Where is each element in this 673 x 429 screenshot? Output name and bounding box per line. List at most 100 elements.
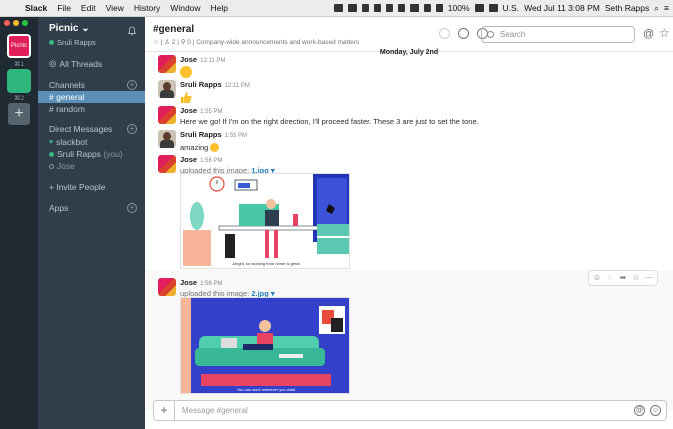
input-source[interactable]: U.S. [503,3,520,13]
current-user-name: Sruli Rapps [57,38,96,47]
minimize-window-button[interactable] [13,20,19,26]
avatar[interactable] [158,130,176,148]
message-composer[interactable]: + Message #general @ ☺ [153,400,667,421]
tray-dropbox-icon[interactable] [373,4,381,12]
menubar-clock[interactable]: Wed Jul 11 3:08 PM [524,3,600,13]
more-actions-icon[interactable]: ⋯ [644,273,654,283]
zoom-window-button[interactable] [22,20,28,26]
message-time[interactable]: 1:56 PM [200,281,222,287]
attach-button[interactable]: + [154,401,175,420]
tray-app-icon[interactable] [333,4,343,12]
menu-app[interactable]: Slack [25,3,47,13]
tray-sync-icon[interactable] [347,4,357,12]
search-input[interactable]: Search [481,26,635,43]
flag-icon [488,4,498,12]
volume-icon[interactable] [435,4,443,12]
share-message-icon[interactable]: ➦ [618,273,628,283]
add-workspace-button[interactable]: + [8,103,30,125]
members-icon[interactable]: ♙ [164,39,170,46]
mentions-icon[interactable]: @ [643,28,654,40]
close-window-button[interactable] [4,20,10,26]
image-attachment[interactable]: Alright, so working from home is great [180,173,350,269]
image-attachment[interactable]: You can work wherever you want [180,297,350,394]
message-author[interactable]: Jose [180,155,197,164]
channel-header: #general ☆ | ♙ 2 | ⚲ 0 | Company-wide an… [145,17,673,52]
team-icon-second[interactable] [7,69,31,93]
menubar-status-area: 100% U.S. Wed Jul 11 3:08 PM Seth Rapps … [333,3,673,14]
message-author[interactable]: Jose [180,106,197,115]
bell-icon[interactable] [127,26,137,36]
avatar[interactable] [158,278,176,296]
smile-emoji-icon [210,143,220,152]
channels-header[interactable]: Channels + [49,80,137,90]
avatar[interactable] [158,155,176,173]
info-icon[interactable] [458,28,469,39]
call-icon[interactable] [439,28,450,39]
message-author[interactable]: Jose [180,278,197,287]
pin-count[interactable]: 0 [187,39,191,46]
work-from-home-illustration: Alright, so working from home is great [181,174,349,268]
tray-display-icon[interactable] [409,4,419,12]
wifi-icon[interactable] [423,4,431,12]
add-channel-icon[interactable]: + [127,80,137,90]
starred-items-icon[interactable]: ☆ [659,26,670,40]
tray-cloud-icon[interactable] [361,4,369,12]
message-author[interactable]: Sruli Rapps [180,130,222,139]
add-reaction-icon[interactable]: ☺ [592,273,602,283]
image-caption: You can work wherever you want [237,387,296,392]
sidebar-item-jose[interactable]: Jose [49,161,137,171]
mention-icon[interactable]: @ [634,405,645,416]
menubar-user[interactable]: Seth Rapps [605,3,649,13]
avatar[interactable] [158,106,176,124]
star-message-icon[interactable]: ☆ [631,273,641,283]
message-time[interactable]: 1:55 PM [225,133,247,139]
avatar[interactable] [158,80,176,98]
battery-percent[interactable]: 100% [448,3,470,13]
team-icon-picnic[interactable]: Picnic [7,34,31,58]
menu-help[interactable]: Help [211,3,228,13]
add-app-icon[interactable]: + [127,203,137,213]
image-caption: Alright, so working from home is great [232,261,300,266]
sidebar-item-random[interactable]: # random [49,104,137,114]
channel-title[interactable]: #general [153,24,194,35]
message-input[interactable]: Message #general [182,406,248,415]
pin-icon[interactable]: ⚲ [181,39,186,46]
start-thread-icon[interactable]: ◌ [605,273,615,283]
menu-history[interactable]: History [134,3,160,13]
message-author[interactable]: Sruli Rapps [180,80,222,89]
bluetooth-icon[interactable] [397,4,405,12]
tray-clock-icon[interactable] [385,4,393,12]
menu-window[interactable]: Window [170,3,200,13]
message-time[interactable]: 1:55 PM [200,109,222,115]
apps-header[interactable]: Apps + [49,203,137,213]
sidebar-item-sruli[interactable]: Sruli Rapps (you) [49,149,137,159]
channel-view: #general ☆ | ♙ 2 | ⚲ 0 | Company-wide an… [145,17,673,429]
current-user[interactable]: Sruli Rapps [49,38,96,47]
dm-header-label: Direct Messages [49,124,113,134]
menu-view[interactable]: View [106,3,124,13]
battery-icon[interactable] [474,4,484,12]
star-icon[interactable]: ☆ [153,39,159,46]
message-time[interactable]: 1:56 PM [200,158,222,164]
workspace-name[interactable]: Picnic ⌄ [49,23,90,34]
team-shortcut-1: ⌘1 [13,61,25,68]
spotlight-icon[interactable]: ⌕ [654,3,659,14]
member-count[interactable]: 2 [172,39,176,46]
add-dm-icon[interactable]: + [127,124,137,134]
message-time[interactable]: 12:11 PM [200,58,225,64]
work-anywhere-illustration: You can work wherever you want [181,298,349,393]
menu-file[interactable]: File [57,3,71,13]
emoji-picker-icon[interactable]: ☺ [650,405,661,416]
sidebar-item-all-threads[interactable]: ◎ All Threads [49,58,137,69]
dm-header[interactable]: Direct Messages + [49,124,137,134]
avatar[interactable] [158,55,176,73]
message-author[interactable]: Jose [180,55,197,64]
menu-edit[interactable]: Edit [81,3,96,13]
message-time[interactable]: 12:11 PM [225,83,250,89]
sidebar-item-general[interactable]: # general [38,91,145,103]
notification-center-icon[interactable]: ≡ [664,3,669,13]
sidebar-item-slackbot[interactable]: ♥ slackbot [49,137,137,147]
channel-topic[interactable]: Company-wide announcements and work-base… [196,39,359,46]
invite-people-link[interactable]: + Invite People [49,182,137,192]
channels-header-label: Channels [49,80,85,90]
